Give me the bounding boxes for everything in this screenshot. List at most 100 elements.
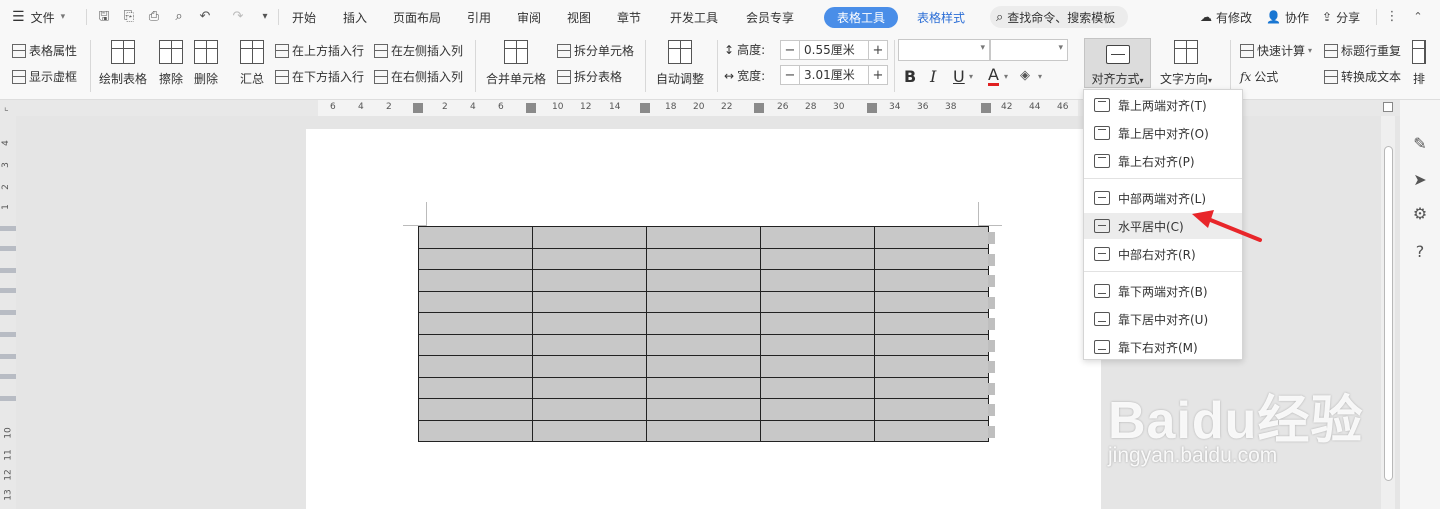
tab-view[interactable]: 视图 xyxy=(567,0,591,34)
table-cell[interactable] xyxy=(418,376,533,399)
highlight-icon[interactable]: ◈ xyxy=(1020,68,1030,83)
document-table[interactable] xyxy=(418,226,989,442)
align-menu-item[interactable]: 靠下右对齐(M) xyxy=(1084,334,1242,360)
tab-review[interactable]: 审阅 xyxy=(517,0,541,34)
tab-member[interactable]: 会员专享 xyxy=(746,0,794,34)
table-cell[interactable] xyxy=(874,376,989,399)
table-cell[interactable] xyxy=(532,290,647,313)
table-cell[interactable] xyxy=(532,269,647,292)
modified-button[interactable]: ☁ 有修改 xyxy=(1200,0,1252,34)
italic-button[interactable]: I xyxy=(930,67,936,86)
erase-button[interactable]: 擦除 xyxy=(159,38,183,87)
width-input[interactable]: 3.01厘米 xyxy=(800,65,868,85)
text-direction-button[interactable]: 文字方向▾ xyxy=(1160,38,1212,87)
print-icon[interactable]: ⎙ xyxy=(146,9,162,25)
height-input[interactable]: 0.55厘米 xyxy=(800,40,868,60)
align-menu-item[interactable]: 靠下两端对齐(B) xyxy=(1084,278,1242,304)
table-cell[interactable] xyxy=(760,247,875,270)
tab-developer[interactable]: 开发工具 xyxy=(670,0,718,34)
insert-row-above-button[interactable]: 在上方插入行 xyxy=(275,42,364,59)
print-preview-icon[interactable]: ⌕ xyxy=(171,9,187,25)
insert-col-right-button[interactable]: 在右侧插入列 xyxy=(374,68,463,85)
font-name-select[interactable] xyxy=(898,39,990,61)
plus-icon[interactable]: + xyxy=(868,65,888,85)
table-cell[interactable] xyxy=(532,419,647,442)
table-cell[interactable] xyxy=(418,312,533,335)
table-cell[interactable] xyxy=(418,290,533,313)
bold-button[interactable]: B xyxy=(904,67,916,86)
customize-quick-access-icon[interactable]: ▾ xyxy=(257,9,273,25)
table-cell[interactable] xyxy=(646,398,761,421)
help-icon[interactable]: ? xyxy=(1410,242,1430,262)
split-table-button[interactable]: 拆分表格 xyxy=(557,68,622,85)
file-menu[interactable]: ☰ 文件 ▾ xyxy=(12,0,65,34)
table-cell[interactable] xyxy=(418,269,533,292)
table-cell[interactable] xyxy=(646,355,761,378)
split-cells-button[interactable]: 拆分单元格 xyxy=(557,42,634,59)
table-row[interactable] xyxy=(418,398,989,421)
tab-home[interactable]: 开始 xyxy=(292,0,316,34)
ruler-toggle-icon[interactable] xyxy=(1383,102,1393,112)
table-cell[interactable] xyxy=(646,290,761,313)
table-cell[interactable] xyxy=(646,376,761,399)
column-marker[interactable] xyxy=(867,103,877,113)
merge-cells-button[interactable]: 合并单元格 xyxy=(486,38,546,87)
undo-icon[interactable]: ↶ xyxy=(197,9,213,25)
align-menu-item[interactable]: 靠上两端对齐(T) xyxy=(1084,92,1242,118)
table-cell[interactable] xyxy=(646,419,761,442)
font-size-select[interactable] xyxy=(990,39,1068,61)
table-cell[interactable] xyxy=(760,290,875,313)
column-marker[interactable] xyxy=(981,103,991,113)
column-marker[interactable] xyxy=(754,103,764,113)
table-cell[interactable] xyxy=(532,226,647,249)
align-menu-item[interactable]: 靠上右对齐(P) xyxy=(1084,148,1242,174)
quick-calc-button[interactable]: 快速计算 ▾ xyxy=(1240,42,1312,59)
table-cell[interactable] xyxy=(418,226,533,249)
tab-references[interactable]: 引用 xyxy=(467,0,491,34)
align-menu-item[interactable]: 靠上居中对齐(O) xyxy=(1084,120,1242,146)
sort-button[interactable]: 排 xyxy=(1412,38,1426,87)
table-cell[interactable] xyxy=(532,355,647,378)
tab-page-layout[interactable]: 页面布局 xyxy=(393,0,441,34)
insert-col-left-button[interactable]: 在左侧插入列 xyxy=(374,42,463,59)
minus-icon[interactable]: − xyxy=(780,65,800,85)
chevron-down-icon[interactable]: ▾ xyxy=(1004,72,1008,81)
table-cell[interactable] xyxy=(874,419,989,442)
more-icon[interactable]: ⋮ xyxy=(1384,9,1400,25)
table-properties-button[interactable]: 表格属性 xyxy=(12,42,77,59)
table-cell[interactable] xyxy=(418,398,533,421)
table-row[interactable] xyxy=(418,290,989,313)
table-cell[interactable] xyxy=(874,312,989,335)
table-row[interactable] xyxy=(418,269,989,292)
tab-insert[interactable]: 插入 xyxy=(343,0,367,34)
font-color-button[interactable]: A xyxy=(988,67,999,86)
table-cell[interactable] xyxy=(760,333,875,356)
table-row[interactable] xyxy=(418,376,989,399)
convert-text-button[interactable]: 转换成文本 xyxy=(1324,68,1401,85)
table-cell[interactable] xyxy=(646,312,761,335)
table-cell[interactable] xyxy=(760,376,875,399)
table-cell[interactable] xyxy=(760,226,875,249)
redo-icon[interactable]: ↷ xyxy=(230,9,246,25)
table-row[interactable] xyxy=(418,226,989,249)
insert-row-below-button[interactable]: 在下方插入行 xyxy=(275,68,364,85)
pointer-icon[interactable]: ➤ xyxy=(1410,170,1430,190)
vertical-ruler[interactable]: 4 3 2 1 10 11 12 13 xyxy=(0,116,16,509)
table-cell[interactable] xyxy=(418,355,533,378)
table-row[interactable] xyxy=(418,247,989,270)
share-button[interactable]: ⇪ 分享 xyxy=(1322,0,1360,34)
table-cell[interactable] xyxy=(760,419,875,442)
settings-sliders-icon[interactable]: ⚙ xyxy=(1410,204,1430,224)
formula-button[interactable]: fx 公式 xyxy=(1240,68,1278,85)
table-row[interactable] xyxy=(418,312,989,335)
table-cell[interactable] xyxy=(760,355,875,378)
table-cell[interactable] xyxy=(646,333,761,356)
output-icon[interactable]: ⎘ xyxy=(121,9,137,25)
table-cell[interactable] xyxy=(760,398,875,421)
table-cell[interactable] xyxy=(874,226,989,249)
table-row[interactable] xyxy=(418,419,989,442)
scrollbar-thumb[interactable] xyxy=(1384,146,1393,481)
collapse-ribbon-icon[interactable]: ⌃ xyxy=(1410,9,1426,25)
table-cell[interactable] xyxy=(532,247,647,270)
vertical-scrollbar[interactable] xyxy=(1381,116,1395,509)
